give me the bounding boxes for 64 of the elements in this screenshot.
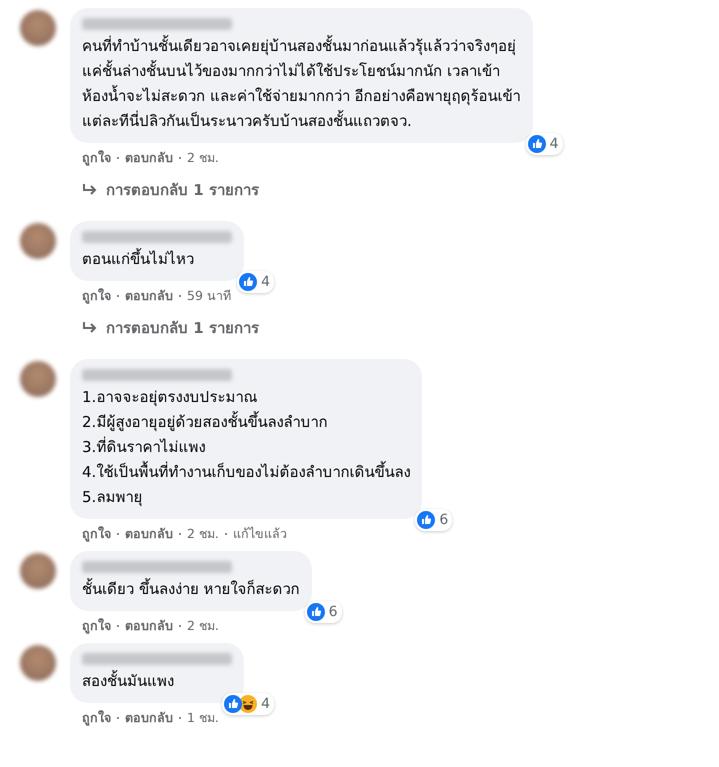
reply-arrow-icon bbox=[82, 183, 98, 197]
reaction-badge[interactable]: 4 bbox=[237, 271, 274, 293]
action-link[interactable]: ถูกใจ bbox=[82, 286, 111, 306]
meta-text: 2 ชม. bbox=[187, 525, 219, 543]
comment-text: 3.ที่ดินราคาไม่แพง bbox=[82, 436, 206, 458]
separator-dot bbox=[117, 533, 119, 535]
comment-text: แค่ชั้นล่างชั้นบนไว้ของมากกว่าไม่ได้ใช้ประโยชน์มากนัก เวลาเข้า bbox=[82, 59, 501, 82]
separator-dot bbox=[117, 625, 119, 627]
thumbs-up-icon bbox=[306, 603, 325, 621]
reaction-badge[interactable]: 6 bbox=[415, 509, 452, 531]
meta-text: 2 ชม. bbox=[187, 617, 219, 635]
avatar-placeholder[interactable] bbox=[20, 553, 56, 589]
reaction-count: 4 bbox=[550, 136, 559, 152]
comment-text: 4.ใช้เป็นพื้นที่ทำงานเก็บของไม่ต้องลำบากเดินขึ้นลง bbox=[82, 460, 410, 483]
meta-text: 2 ชม. bbox=[187, 149, 219, 167]
separator-dot bbox=[117, 295, 119, 297]
reply-arrow-icon bbox=[82, 321, 98, 335]
action-link[interactable]: ตอบกลับ bbox=[125, 148, 173, 168]
thumbs-up-icon bbox=[224, 695, 242, 713]
comment-text: ตอนแก่ขึ้นไม่ไหว bbox=[82, 247, 195, 270]
meta-text: แก้ไขแล้ว bbox=[232, 525, 287, 543]
separator-dot bbox=[179, 625, 181, 627]
view-replies-link[interactable]: การตอบกลับ 1 รายการ bbox=[106, 316, 259, 340]
action-link[interactable]: ถูกใจ bbox=[82, 616, 111, 636]
comment-text: คนที่ทำบ้านชั้นเดียวอาจเคยยุ่บ้านสองชั้นมาก่อนแล้วรุ้แล้วว่าจริงๆอยุ่ bbox=[82, 34, 517, 58]
comment-text: 5.ลมพายุ bbox=[82, 487, 144, 508]
reaction-badge[interactable]: 4 bbox=[526, 133, 563, 155]
reaction-count: 4 bbox=[261, 274, 270, 290]
comment-text: สองชั้นมันแพง bbox=[82, 669, 175, 692]
action-link[interactable]: ตอบกลับ bbox=[125, 708, 173, 728]
thumbs-up-icon bbox=[239, 273, 258, 291]
separator-dot bbox=[179, 295, 181, 297]
comment-text: แต่ละทีนี่ปลิวกันเป็นระนาวครับบ้านสองชั้นแถวตจว. bbox=[82, 109, 413, 132]
view-replies-link[interactable]: การตอบกลับ 1 รายการ bbox=[106, 178, 259, 202]
reaction-badge[interactable]: 4 bbox=[222, 693, 274, 715]
reaction-count: 6 bbox=[439, 512, 448, 528]
separator-dot bbox=[224, 533, 227, 535]
action-link[interactable]: ถูกใจ bbox=[82, 524, 111, 544]
avatar-placeholder[interactable] bbox=[20, 645, 56, 681]
separator-dot bbox=[117, 717, 119, 719]
reaction-count: 4 bbox=[261, 696, 270, 712]
comment-text: 2.มีผู้สูงอายุอยู่ด้วยสองชั้นขึ้นลงลำบาก bbox=[82, 410, 328, 434]
avatar-placeholder[interactable] bbox=[20, 223, 56, 259]
separator-dot bbox=[179, 717, 181, 719]
comment-text: ชั้นเดียว ขึ้นลงง่าย หายใจก็สะดวก bbox=[82, 577, 300, 600]
action-link[interactable]: ถูกใจ bbox=[82, 148, 111, 168]
comment-text: ห้องน้ำจะไม่สะดวก และค่าใช้จ่ายมากกว่า อีกอย่างคือพายุฤดุร้อนเข้า bbox=[82, 84, 521, 108]
avatar-placeholder[interactable] bbox=[20, 361, 56, 397]
meta-text: 1 ชม. bbox=[187, 709, 219, 727]
action-link[interactable]: ถูกใจ bbox=[82, 708, 111, 728]
thumbs-up-icon bbox=[528, 135, 546, 153]
action-link[interactable]: ตอบกลับ bbox=[125, 616, 173, 636]
avatar-placeholder[interactable] bbox=[20, 10, 56, 46]
reaction-count: 6 bbox=[328, 604, 338, 620]
action-link[interactable]: ตอบกลับ bbox=[125, 286, 173, 306]
comment-text: 1.อาจจะอยุ่ตรงงบประมาณ bbox=[82, 387, 258, 408]
separator-dot bbox=[117, 157, 119, 159]
meta-text: 59 นาที bbox=[187, 287, 231, 305]
reaction-badge[interactable]: 6 bbox=[304, 601, 342, 623]
separator-dot bbox=[179, 157, 181, 159]
separator-dot bbox=[179, 533, 181, 535]
action-link[interactable]: ตอบกลับ bbox=[125, 524, 173, 544]
laughing-face-icon bbox=[239, 695, 258, 713]
thumbs-up-icon bbox=[417, 511, 436, 529]
